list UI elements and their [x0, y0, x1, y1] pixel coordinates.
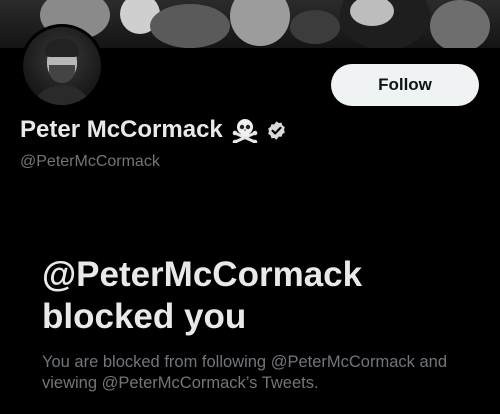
blocked-headline: @PeterMcCormack blocked you	[42, 255, 363, 336]
verified-badge-icon[interactable]	[266, 120, 287, 141]
name-row: Peter McCormack	[20, 116, 287, 145]
skull-crossbones-icon	[232, 117, 258, 145]
display-name: Peter McCormack	[20, 116, 223, 143]
profile-handle: @PeterMcCormack	[20, 153, 160, 170]
follow-button[interactable]: Follow	[331, 64, 479, 106]
blocked-description: You are blocked from following @PeterMcC…	[42, 353, 447, 392]
profile-avatar[interactable]	[20, 24, 104, 108]
